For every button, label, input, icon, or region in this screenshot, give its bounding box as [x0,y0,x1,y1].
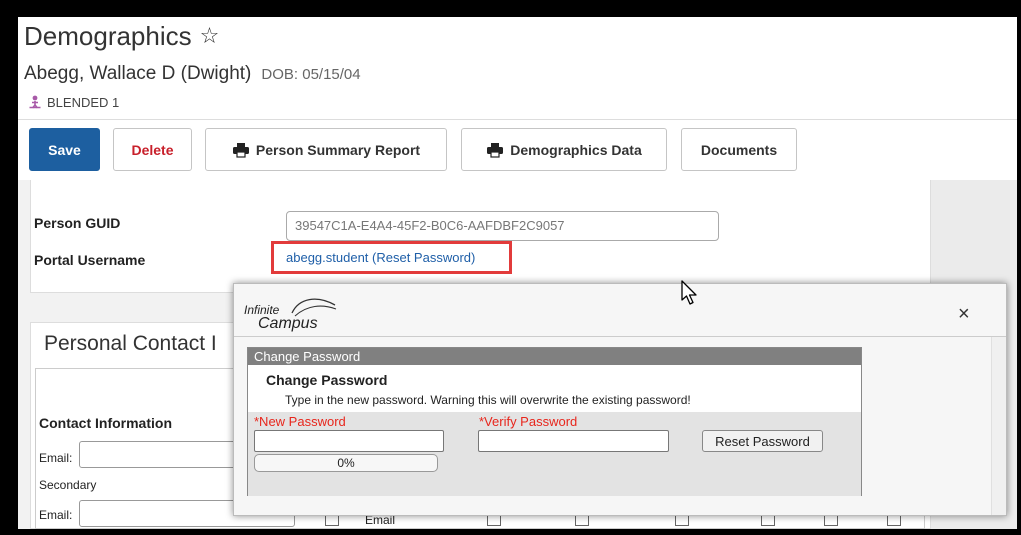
email-label: Email: [39,451,73,465]
contact-info-label: Contact Information [39,415,172,431]
new-password-label: *New Password [254,414,346,429]
documents-button[interactable]: Documents [681,128,797,171]
logo-campus: Campus [258,315,318,332]
mouse-cursor-icon [681,280,697,305]
verify-password-input[interactable] [478,430,669,452]
change-password-form: Change Password Change Password Type in … [247,347,862,496]
save-button[interactable]: Save [29,128,100,171]
portal-username-link: abegg.student (Reset Password) [286,250,475,265]
verify-password-label: *Verify Password [479,414,578,429]
personal-contact-title: Personal Contact I [44,332,217,355]
person-icon [29,95,41,109]
secondary-email-label: Email: [39,508,73,522]
demographics-page: Demographics ☆ Abegg, Wallace D (Dwight) D… [18,17,1017,529]
demographics-data-label: Demographics Data [510,141,642,158]
delete-button[interactable]: Delete [113,128,192,171]
reset-password-link[interactable]: Reset Password [376,250,471,265]
password-strength-text: 0% [337,456,355,470]
printer-icon [232,142,249,158]
warning-text: Type in the new password. Warning this w… [285,393,691,407]
username-link[interactable]: abegg.student [286,250,368,265]
star-icon[interactable]: ☆ [200,23,220,49]
printer-icon [487,142,504,158]
modal-divider [234,336,1006,337]
person-summary-report-button[interactable]: Person Summary Report [205,128,447,171]
program-badge: BLENDED 1 [28,95,119,110]
form-header: Change Password [248,348,861,365]
close-icon[interactable]: × [958,303,970,326]
new-password-input[interactable] [254,430,444,452]
header-divider [18,119,1017,120]
paren-close: ) [471,250,476,265]
form-title: Change Password [266,372,388,388]
demographics-data-button[interactable]: Demographics Data [461,128,667,171]
dob: DOB: 05/15/04 [261,66,361,83]
password-strength-meter: 0% [254,454,438,472]
person-guid-label: Person GUID [34,215,121,231]
person-name: Abegg, Wallace D (Dwight) [24,63,252,84]
modal-scrollbar[interactable] [991,337,1006,515]
person-summary-report-label: Person Summary Report [255,141,421,158]
program-badge-label: BLENDED 1 [47,95,120,110]
portal-username-label: Portal Username [34,252,146,268]
page-title: Demographics ☆ [24,21,219,52]
page-title-text: Demographics [24,21,192,51]
person-guid-field[interactable]: 39547C1A-E4A4-45F2-B0C6-AAFDBF2C9057 [286,211,719,241]
person-header: Abegg, Wallace D (Dwight) DOB: 05/15/04 [24,63,361,85]
secondary-label: Secondary [39,478,97,492]
reset-password-button[interactable]: Reset Password [702,430,823,452]
change-password-modal: Infinite Campus × Change Password Change… [233,283,1007,516]
